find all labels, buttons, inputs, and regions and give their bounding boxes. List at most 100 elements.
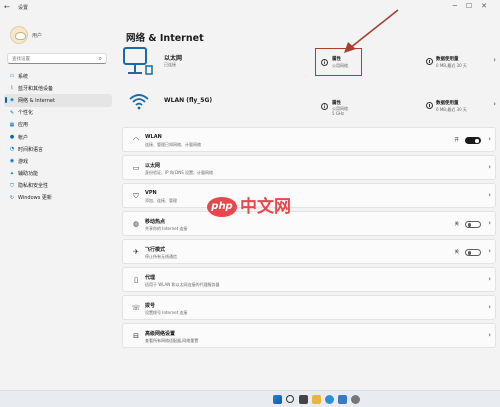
sidebar-item-label: 帐户 [18, 134, 29, 141]
ethernet-monitor-icon [123, 47, 153, 75]
card-title: 飞行模式 [145, 247, 166, 253]
card-subtitle: 适用于 WLAN 和以太网连接的代理服务器 [145, 282, 220, 287]
toggle-switch[interactable] [465, 221, 481, 228]
chevron-right-icon[interactable]: › [488, 135, 491, 143]
ethernet-icon: ▭ [132, 164, 140, 172]
chevron-right-icon[interactable]: › [488, 219, 491, 227]
sidebar-item-label: 个性化 [18, 110, 34, 117]
ethernet-usage-sub: 0 MB,最近 30 天 [436, 63, 467, 68]
sidebar-item-1[interactable]: ᛒ 蓝牙和其他设备 [4, 82, 112, 94]
toggle-state-label: 开 [454, 138, 460, 143]
ethernet-status: 已连接 [164, 62, 176, 67]
ethernet-hero[interactable]: 以太网 已连接 i 属性 公用网络 数据使用量 0 MB,最近 30 天 › [120, 46, 498, 75]
update-icon: ↻ [9, 194, 15, 201]
sidebar-item-3[interactable]: ✎ 个性化 [4, 107, 112, 119]
card-subtitle: 连接、管理已知网络、计量网络 [145, 142, 201, 147]
minimize-button[interactable]: ─ [453, 2, 466, 10]
toggle-switch[interactable] [465, 137, 481, 144]
sidebar-item-10[interactable]: ↻ Windows 更新 [4, 192, 112, 204]
sidebar-item-0[interactable]: ▭ 系统 [4, 70, 112, 82]
toggle-switch[interactable] [465, 249, 481, 256]
card-subtitle: 身份验证、IP 和 DNS 设置、计量网络 [145, 170, 214, 175]
sidebar-item-2[interactable]: ◈ 网络 & Internet [4, 94, 112, 107]
card-title: 代理 [145, 275, 156, 281]
sidebar-item-5[interactable]: ● 帐户 [4, 131, 112, 143]
settings-card-dialup[interactable]: ☏ 拨号 设置拨号 Internet 连接 › [122, 295, 496, 320]
apps-icon: ▦ [9, 121, 15, 128]
hotspot-icon: ◍ [132, 220, 140, 228]
settings-card-wifi[interactable]: ◠ WLAN 连接、管理已知网络、计量网络 开 › [122, 127, 496, 152]
card-title: VPN [145, 190, 157, 196]
settings-window: ← 设置 ─☐✕ 用户 查找设置 ⌕ ▭ 系统 ᛒ 蓝牙和其他设备 ◈ 网络 & Inte… [0, 0, 500, 390]
dialup-icon: ☏ [131, 304, 141, 312]
chevron-right-icon[interactable]: › [488, 191, 491, 199]
back-button[interactable]: ← [4, 3, 10, 11]
wifi-icon [129, 94, 149, 110]
card-title: 以太网 [145, 163, 161, 169]
ethernet-usage-label[interactable]: 数据使用量 [436, 56, 459, 62]
user-name: 用户 [32, 33, 43, 39]
maximize-button[interactable]: ☐ [466, 2, 481, 10]
globe-icon: ◔ [9, 146, 15, 153]
wlan-usage-label[interactable]: 数据使用量 [436, 100, 459, 106]
wlan-usage-sub: 0 MB,最近 30 天 [436, 107, 467, 112]
settings-card-hotspot[interactable]: ◍ 移动热点 共享你的 Internet 连接 关 › [122, 211, 496, 236]
chevron-right-icon[interactable]: › [493, 100, 496, 108]
wlan-hero[interactable]: WLAN (fly_5G) i 属性 公用网络 5 GHz 数据使用量 0 MB… [120, 90, 498, 116]
sidebar-item-8[interactable]: ✦ 辅助功能 [4, 168, 112, 180]
sidebar-item-label: 隐私和安全性 [18, 183, 49, 190]
card-subtitle: 停止所有无线通信 [145, 254, 177, 259]
settings-gear-icon[interactable] [351, 395, 360, 404]
sidebar-item-4[interactable]: ▦ 应用 [4, 119, 112, 131]
avatar[interactable] [10, 26, 28, 44]
wlan-properties-sub: 公用网络 5 GHz [332, 106, 348, 116]
card-subtitle: 添加、连接、管理 [145, 198, 177, 203]
bluetooth-icon: ᛒ [10, 85, 14, 92]
search-icon: ⌕ [98, 55, 102, 62]
sidebar: 用户 查找设置 ⌕ ▭ 系统 ᛒ 蓝牙和其他设备 ◈ 网络 & Internet ✎ 个性化 ▦… [0, 16, 116, 390]
proxy-icon: ▯ [134, 276, 138, 284]
task-view-icon[interactable] [299, 395, 308, 404]
folder-icon[interactable] [312, 395, 321, 404]
sidebar-item-label: Windows 更新 [18, 195, 52, 202]
sidebar-nav: ▭ 系统 ᛒ 蓝牙和其他设备 ◈ 网络 & Internet ✎ 个性化 ▦ 应用 ● 帐户 ◔ 时间和语… [4, 70, 112, 204]
sidebar-item-label: 时间和语言 [18, 146, 44, 153]
card-title: 移动热点 [145, 219, 166, 225]
sidebar-item-label: 游戏 [18, 158, 29, 165]
taskbar [0, 390, 500, 407]
settings-card-ethernet[interactable]: ▭ 以太网 身份验证、IP 和 DNS 设置、计量网络 › [122, 155, 496, 180]
sidebar-item-6[interactable]: ◔ 时间和语言 [4, 143, 112, 155]
settings-card-proxy[interactable]: ▯ 代理 适用于 WLAN 和以太网连接的代理服务器 › [122, 267, 496, 292]
search-input[interactable]: 查找设置 ⌕ [7, 53, 107, 64]
app-title: 设置 [18, 5, 29, 11]
watermark-logo: php [207, 197, 237, 217]
settings-card-advanced-network[interactable]: ⊟ 高级网络设置 查看所有网络适配器,网络重置 › [122, 323, 496, 348]
close-button[interactable]: ✕ [481, 2, 496, 10]
settings-card-airplane[interactable]: ✈ 飞行模式 停止所有无线通信 关 › [122, 239, 496, 264]
sidebar-item-7[interactable]: ◉ 游戏 [4, 155, 112, 167]
watermark: php 中文网 [207, 194, 293, 220]
settings-card-vpn[interactable]: ⛉ VPN 添加、连接、管理 › [122, 183, 496, 208]
chevron-right-icon[interactable]: › [493, 56, 496, 64]
chevron-right-icon[interactable]: › [488, 303, 491, 311]
chevron-right-icon[interactable]: › [488, 275, 491, 283]
chevron-right-icon[interactable]: › [488, 331, 491, 339]
gamepad-icon: ◉ [9, 158, 15, 165]
store-icon[interactable] [338, 395, 347, 404]
card-title: 拨号 [145, 303, 156, 309]
shield-icon: ⛉ [10, 182, 14, 189]
browser-icon[interactable] [325, 395, 334, 404]
data-usage-icon [426, 58, 433, 65]
brush-icon: ✎ [9, 109, 15, 116]
search-icon[interactable] [286, 395, 294, 403]
start-icon[interactable] [273, 395, 282, 404]
toggle-state-label: 关 [454, 250, 460, 255]
accessibility-icon: ✦ [9, 170, 15, 177]
annotation-arrow-icon [344, 9, 399, 53]
chevron-right-icon[interactable]: › [488, 163, 491, 171]
sidebar-item-label: 辅助功能 [18, 171, 39, 178]
watermark-text: 中文网 [240, 197, 291, 217]
card-subtitle: 共享你的 Internet 连接 [145, 226, 188, 231]
sidebar-item-9[interactable]: ⛉ 隐私和安全性 [4, 180, 112, 192]
chevron-right-icon[interactable]: › [488, 247, 491, 255]
